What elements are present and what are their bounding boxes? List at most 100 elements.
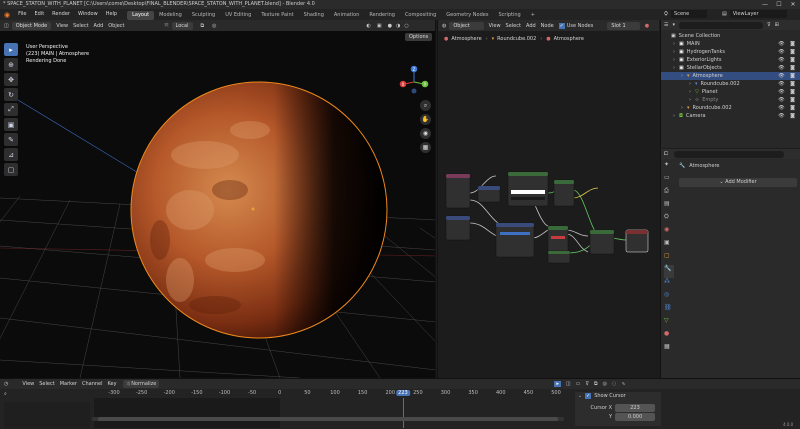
outliner-row[interactable]: › ▣ MAIN 👁 ◙ [661, 40, 800, 48]
channels-icon[interactable]: ▭ [576, 381, 581, 387]
outliner[interactable]: ☰ ▾ ⊽ ⊞ ▣ Scene Collection › ▣ MAIN 👁 ◙ › ▣ Hydr… [660, 20, 800, 148]
timeline-editor-icon[interactable]: ◷ [4, 381, 8, 387]
ghost-curves-icon[interactable]: ◌ [612, 381, 616, 387]
outliner-row[interactable]: › ◘ Camera 👁 ◙ [661, 112, 800, 120]
timeline[interactable]: ◷ View Select Marker Channel Key ⤨ Norma… [0, 378, 800, 429]
tab-animation[interactable]: Animation [329, 11, 365, 20]
visibility-eye-icon[interactable]: 👁 ◙ [778, 40, 797, 48]
constraint-tab-icon[interactable]: ⛓ [664, 304, 674, 317]
tl-menu-view[interactable]: View [22, 381, 34, 387]
scale-tool-icon[interactable]: ⤢ [4, 103, 18, 116]
channel-list[interactable] [4, 402, 90, 428]
add-modifier-button[interactable]: ⌄ Add Modifier [679, 178, 797, 187]
filter-icon[interactable]: ⊽ [767, 22, 771, 28]
transform-tool-icon[interactable]: ▣ [4, 118, 18, 131]
particles-tab-icon[interactable]: ⁂ [664, 278, 674, 291]
filter-funnel-icon[interactable]: ⊽ [585, 381, 589, 387]
tab-geometry-nodes[interactable]: Geometry Nodes [441, 11, 493, 20]
view-layer-tab-icon[interactable]: ▤ [664, 200, 674, 213]
properties-editor[interactable]: ⧠ ✦ ▭ ⎙ ▤ ⛭ ◉ ▣ ▢ 🔧 ⁂ ◎ ⛓ ▽ ● ▦ 🔧 Atmosp… [660, 149, 800, 378]
editor-type-icon[interactable]: ◫ [4, 23, 9, 29]
cursor-x-field[interactable]: 223 [615, 403, 655, 412]
visibility-eye-icon[interactable]: 👁 ◙ [778, 104, 797, 112]
close-button[interactable]: ✕ [786, 0, 800, 9]
output-tab-icon[interactable]: ⎙ [664, 187, 674, 200]
tl-menu-marker[interactable]: Marker [60, 381, 77, 387]
add-workspace-button[interactable]: + [526, 11, 540, 20]
rotate-tool-icon[interactable]: ↻ [4, 88, 18, 101]
options-dropdown[interactable]: Options [405, 33, 433, 41]
shading-rendered-icon[interactable]: ○ [404, 23, 408, 29]
3d-viewport[interactable]: ◫ Object Mode View Select Add Object ⤧ L… [0, 20, 436, 378]
slot-dropdown[interactable]: Slot 1 [607, 21, 640, 30]
outliner-row[interactable]: › ▾ Roundcube.002 👁 ◙ [661, 80, 800, 88]
outliner-row[interactable]: › ▣ HydrogenTanks 👁 ◙ [661, 48, 800, 56]
normalize-curves-icon[interactable]: ∿ [621, 381, 625, 387]
outliner-row[interactable]: › ▾ Atmosphere 👁 ◙ [661, 72, 800, 80]
shader-type-dropdown[interactable]: Object [449, 21, 484, 30]
visibility-eye-icon[interactable]: 👁 ◙ [778, 88, 797, 96]
tab-texture-paint[interactable]: Texture Paint [256, 11, 298, 20]
tab-shading[interactable]: Shading [299, 11, 329, 20]
scene-name[interactable]: Scene [671, 10, 708, 18]
shading-solid-icon[interactable]: ● [388, 23, 392, 29]
outliner-row[interactable]: › ⊹ Empty 👁 ◙ [661, 96, 800, 104]
ortho-grid-icon[interactable]: ▦ [420, 142, 431, 153]
shader-editor-type-icon[interactable]: ◍ [442, 23, 446, 29]
select-tool-icon[interactable]: ▸ [4, 43, 18, 56]
tab-sculpting[interactable]: Sculpting [187, 11, 220, 20]
navigation-gizmo[interactable]: Z X Y [398, 64, 430, 96]
show-cursor-checkbox[interactable]: ✓ [585, 393, 592, 399]
scene-selector[interactable]: ⛭ Scene [664, 10, 708, 18]
zoom-icon[interactable]: ⌕ [420, 100, 431, 111]
use-nodes-checkbox[interactable]: ✓ [558, 22, 565, 29]
outliner-row[interactable]: › ▾ Roundcube.002 👁 ◙ [661, 104, 800, 112]
texture-tab-icon[interactable]: ▦ [664, 343, 674, 356]
node-graph[interactable] [438, 48, 659, 378]
shading-material-icon[interactable]: ◑ [396, 23, 400, 29]
visibility-eye-icon[interactable]: 👁 ◙ [778, 64, 797, 72]
modifier-tab-icon[interactable]: 🔧 [664, 265, 674, 278]
object-tab-icon[interactable]: ▢ [664, 252, 674, 265]
overlay-icon[interactable]: ◐ [366, 23, 370, 29]
camera-view-icon[interactable]: ◉ [420, 128, 431, 139]
cursor-tool-icon[interactable]: ⊕ [4, 58, 18, 71]
blender-logo-icon[interactable]: ◉ [0, 11, 14, 19]
menu-render[interactable]: Render [48, 9, 74, 20]
tab-compositing[interactable]: Compositing [400, 11, 441, 20]
tl-menu-select[interactable]: Select [39, 381, 54, 387]
shader-editor[interactable]: ◍ Object View Select Add Node ✓ Use Node… [437, 20, 659, 378]
tab-modeling[interactable]: Modeling [154, 11, 187, 20]
maximize-button[interactable]: ☐ [772, 0, 786, 9]
object-mode-dropdown[interactable]: Object Mode [11, 21, 52, 30]
collection-tab-icon[interactable]: ▣ [664, 239, 674, 252]
transform-orientation-icon[interactable]: ⤧ [165, 23, 169, 29]
tab-uv-editing[interactable]: UV Editing [220, 11, 256, 20]
material-tab-icon[interactable]: ● [664, 330, 674, 343]
search-icon[interactable]: ⌕ [4, 391, 7, 397]
minimize-button[interactable]: — [758, 0, 772, 9]
outliner-display-icon[interactable]: ▾ [672, 22, 675, 28]
menu-select[interactable]: Select [73, 23, 88, 29]
visibility-eye-icon[interactable]: 👁 ◙ [778, 56, 797, 64]
render-tab-icon[interactable]: ▭ [664, 174, 674, 187]
menu-window[interactable]: Window [74, 9, 102, 20]
visibility-eye-icon[interactable]: 👁 ◙ [778, 80, 797, 88]
view-layer-selector[interactable]: ▤ ViewLayer [722, 10, 787, 18]
xray-icon[interactable]: ▣ [377, 23, 382, 29]
pan-hand-icon[interactable]: ✋ [420, 114, 431, 125]
cursor-y-field[interactable]: 0.000 [615, 412, 655, 421]
menu-file[interactable]: File [14, 9, 30, 20]
visibility-eye-icon[interactable]: 👁 ◙ [778, 48, 797, 56]
outliner-search-input[interactable] [679, 21, 763, 29]
node-menu-select[interactable]: Select [506, 23, 521, 29]
show-cursor-row[interactable]: ⌄ ✓ Show Cursor [575, 392, 661, 400]
view-layer-name[interactable]: ViewLayer [729, 10, 787, 18]
dopesheet-area[interactable] [94, 398, 566, 428]
tl-menu-key[interactable]: Key [108, 381, 117, 387]
tab-scripting[interactable]: Scripting [493, 11, 525, 20]
normalize-toggle[interactable]: ⤨ Normalize [122, 380, 160, 388]
new-collection-icon[interactable]: ⊞ [775, 22, 779, 28]
outliner-row[interactable]: › ▣ StellarObjects 👁 ◙ [661, 64, 800, 72]
viewport-scene[interactable] [0, 20, 436, 378]
